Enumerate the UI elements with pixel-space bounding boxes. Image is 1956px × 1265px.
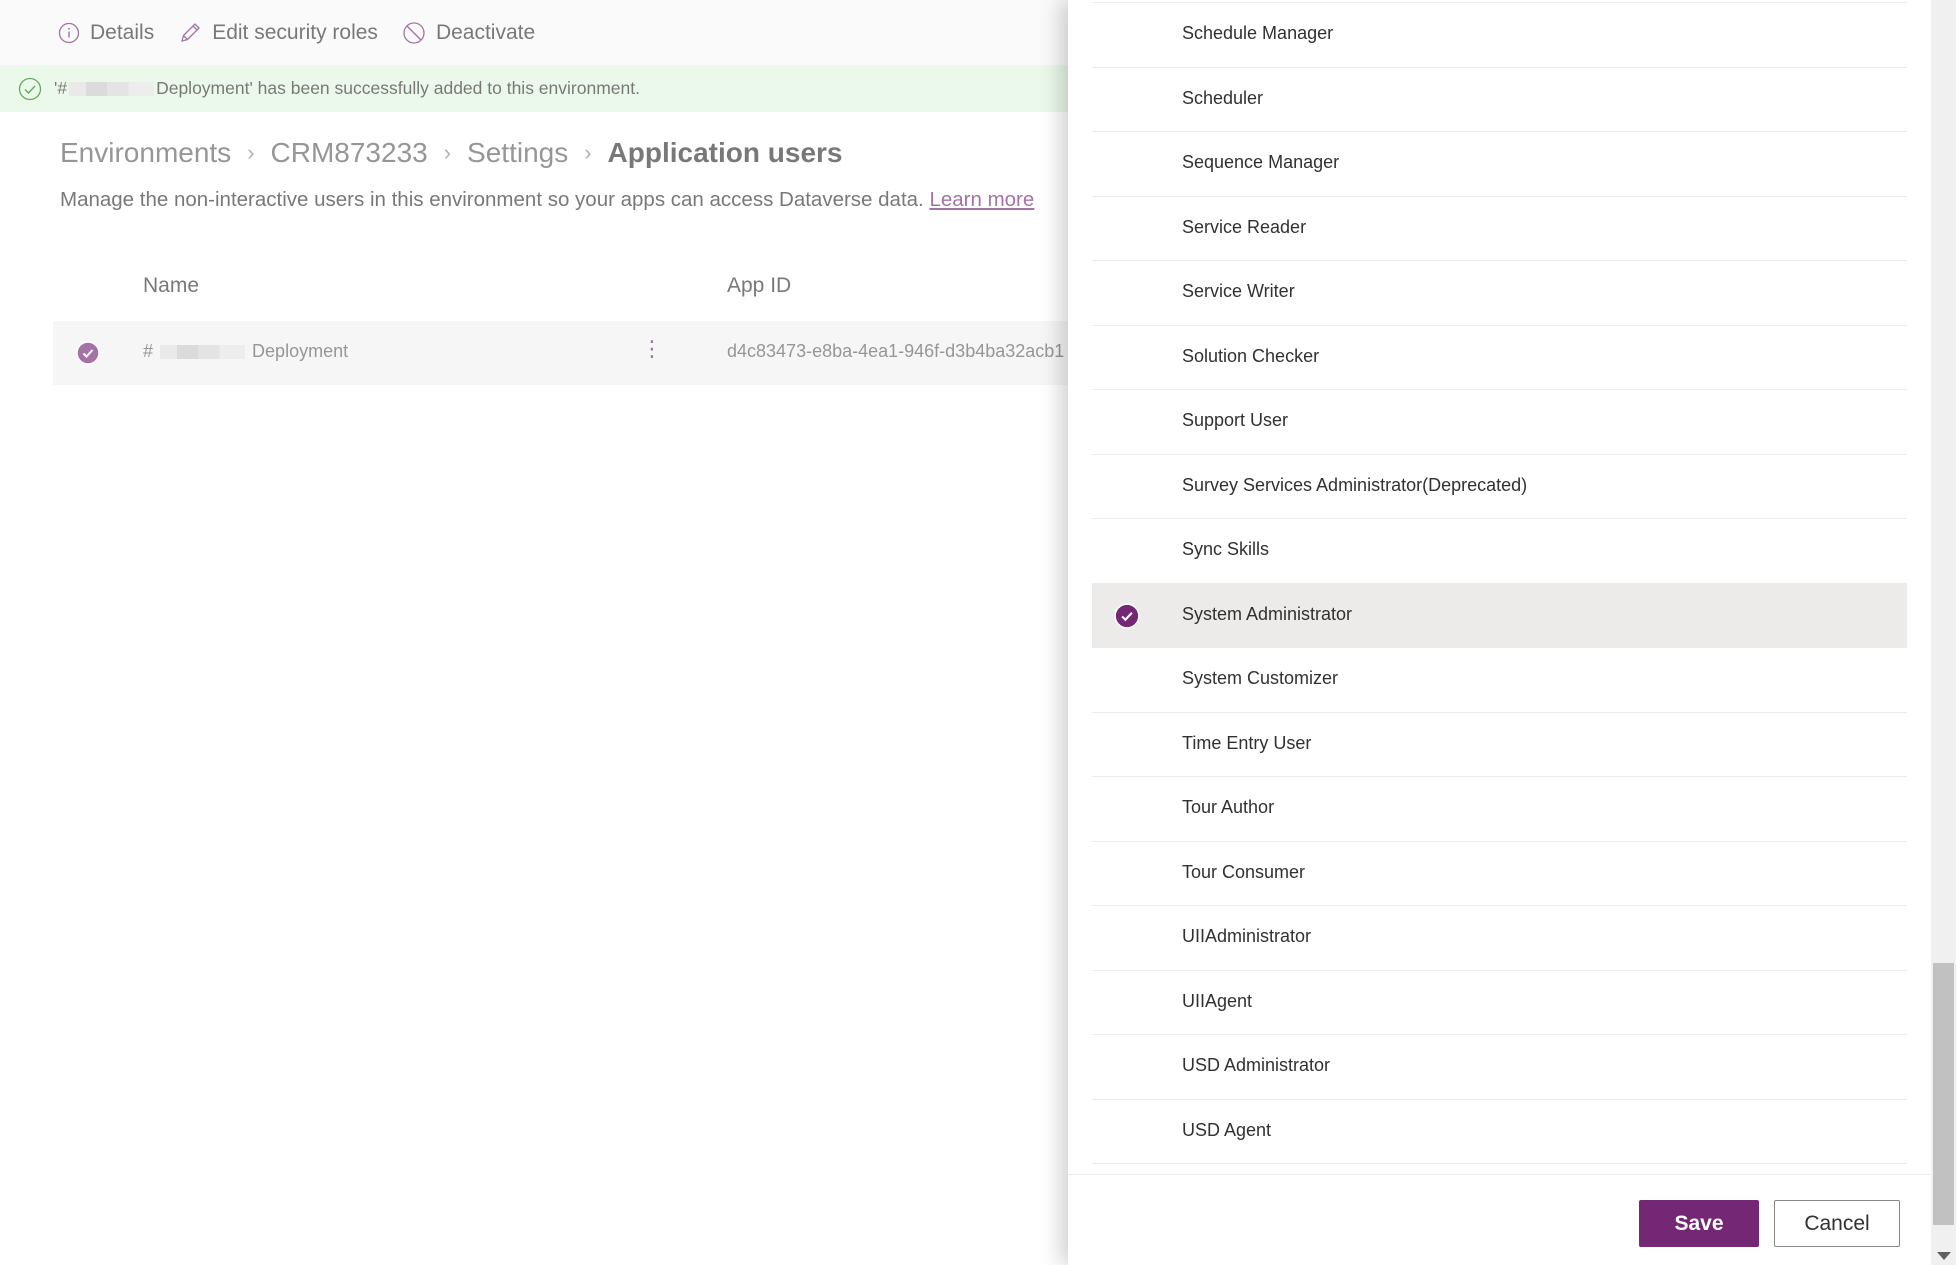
role-item[interactable]: Time Entry User <box>1092 711 1907 777</box>
breadcrumb-environments[interactable]: Environments <box>60 137 231 169</box>
role-label: UIIAgent <box>1182 990 1253 1011</box>
security-roles-list: Schedule Manager Scheduler Sequence Manage… <box>1092 2 1907 1164</box>
cancel-button[interactable]: Cancel <box>1774 1200 1900 1247</box>
redacted-text <box>160 345 246 360</box>
role-item[interactable]: Solution Checker <box>1092 324 1907 390</box>
role-label: Schedule Manager <box>1182 23 1334 43</box>
success-check-icon <box>18 77 42 100</box>
role-item[interactable]: Tour Consumer <box>1092 840 1907 906</box>
row-selected-check-icon[interactable] <box>76 341 100 365</box>
role-label: USD Administrator <box>1182 1055 1331 1075</box>
scrollbar-thumb[interactable] <box>1933 963 1954 1225</box>
redacted-text <box>69 81 155 96</box>
role-item[interactable]: Service Writer <box>1092 260 1907 325</box>
scrollbar[interactable] <box>1931 0 1956 1265</box>
security-roles-panel: Schedule Manager Scheduler Sequence Manage… <box>1068 0 1956 1265</box>
role-item[interactable]: UIIAdministrator <box>1092 905 1907 970</box>
role-label: Sequence Manager <box>1182 152 1340 172</box>
role-item[interactable]: Sequence Manager <box>1092 131 1907 196</box>
pencil-icon <box>181 22 201 42</box>
role-label: UIIAdministrator <box>1182 926 1312 946</box>
list-end-divider <box>1092 1163 1907 1164</box>
role-item[interactable]: System Administrator <box>1092 582 1907 647</box>
role-item[interactable]: Service Reader <box>1092 195 1907 261</box>
role-label: USD Agent <box>1182 1119 1272 1140</box>
role-label: System Customizer <box>1182 668 1339 688</box>
details-button[interactable]: Details <box>58 21 154 45</box>
role-item[interactable]: Survey Services Administrator(Deprecated… <box>1092 453 1907 519</box>
role-label: Service Reader <box>1182 216 1307 237</box>
role-item[interactable]: Support User <box>1092 389 1907 454</box>
role-label: Tour Author <box>1182 797 1275 817</box>
column-header-name[interactable]: Name <box>143 274 199 298</box>
role-item[interactable]: Tour Author <box>1092 776 1907 841</box>
role-item[interactable]: Schedule Manager <box>1092 2 1907 67</box>
row-app-id: d4c83473-e8ba-4ea1-946f-d3b4ba32acb1 <box>727 341 1065 361</box>
role-label: Scheduler <box>1182 87 1264 108</box>
role-label: Tour Consumer <box>1182 861 1306 882</box>
block-icon <box>403 21 425 44</box>
row-name-suffix: Deployment <box>252 341 349 361</box>
column-header-app-id[interactable]: App ID <box>727 274 791 298</box>
role-label: Sync Skills <box>1182 539 1270 559</box>
role-label: Service Writer <box>1182 281 1295 301</box>
deactivate-label: Deactivate <box>435 20 536 44</box>
edit-security-roles-button[interactable]: Edit security roles <box>178 21 378 45</box>
role-label: System Administrator <box>1182 603 1353 624</box>
info-icon <box>58 22 80 43</box>
notification-suffix: Deployment' has been successfully added … <box>156 78 640 98</box>
breadcrumb-environment[interactable]: CRM873233 <box>271 137 428 169</box>
edit-security-roles-label: Edit security roles <box>212 20 378 44</box>
deactivate-button[interactable]: Deactivate <box>402 21 535 45</box>
role-item[interactable]: UIIAgent <box>1092 969 1907 1035</box>
role-label: Time Entry User <box>1182 732 1312 753</box>
details-label: Details <box>90 20 155 44</box>
row-name: # Deployment <box>143 341 348 362</box>
breadcrumb-settings[interactable]: Settings <box>467 137 568 169</box>
page-title: Application users <box>607 137 843 168</box>
page-description: Manage the non-interactive users in this… <box>60 188 1034 212</box>
role-selected-check-icon[interactable] <box>1114 602 1140 629</box>
chevron-right-icon: › <box>584 140 592 165</box>
notification-prefix: '# <box>54 78 68 98</box>
chevron-right-icon: › <box>443 140 452 165</box>
role-label: Solution Checker <box>1182 345 1320 366</box>
chevron-right-icon: › <box>247 140 255 165</box>
role-item[interactable]: Sync Skills <box>1092 518 1907 583</box>
table-row[interactable]: # Deployment ⋮ d4c83473-e8ba-4ea1-946f-d… <box>53 321 1068 385</box>
role-item[interactable]: System Customizer <box>1092 647 1907 712</box>
row-name-prefix: # <box>143 341 154 361</box>
role-item[interactable]: USD Agent <box>1092 1098 1907 1164</box>
description-text: Manage the non-interactive users in this… <box>60 188 924 211</box>
more-options-icon[interactable]: ⋮ <box>641 338 663 360</box>
scroll-down-arrow-icon[interactable] <box>1937 1252 1951 1260</box>
role-item[interactable]: Scheduler <box>1092 66 1907 132</box>
role-label: Support User <box>1182 410 1289 430</box>
role-item[interactable]: USD Administrator <box>1092 1034 1907 1099</box>
role-label: Survey Services Administrator(Deprecated… <box>1182 474 1528 495</box>
footer-divider <box>1068 1174 1931 1175</box>
learn-more-link[interactable]: Learn more <box>929 188 1034 211</box>
breadcrumb: Environments › CRM873233 › Settings › Ap… <box>60 137 842 169</box>
save-button[interactable]: Save <box>1639 1200 1759 1247</box>
